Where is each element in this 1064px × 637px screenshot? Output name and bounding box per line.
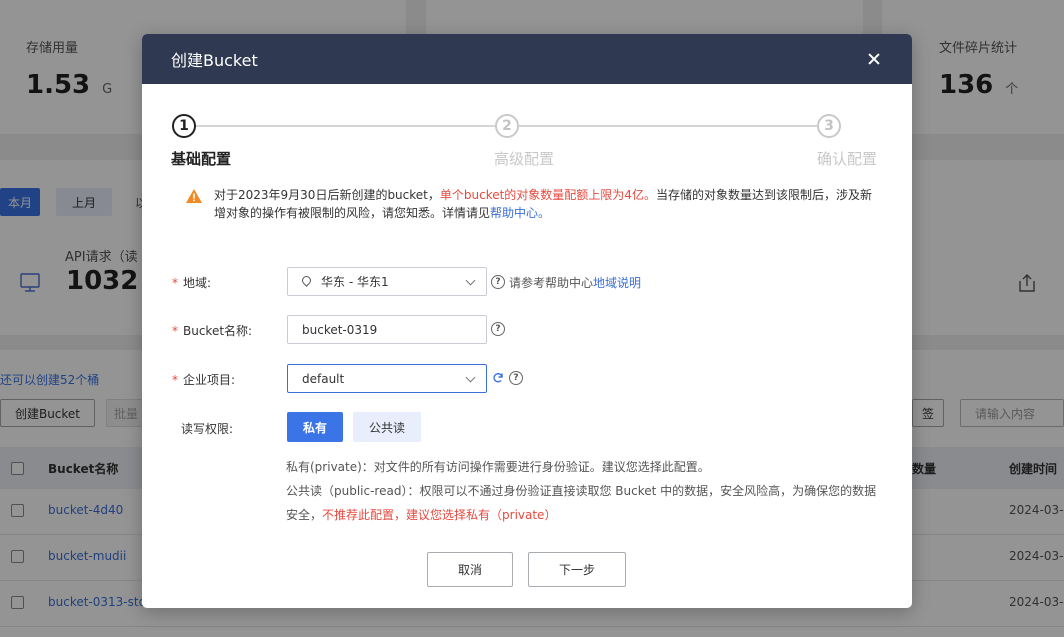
step-1-label: 基础配置: [171, 150, 232, 168]
next-step-button[interactable]: 下一步: [528, 552, 626, 587]
chevron-down-icon: [465, 372, 476, 383]
project-help-icon[interactable]: ?: [509, 371, 523, 385]
public-warning-text: 不推荐此配置，建议您选择私有（private）: [322, 508, 557, 522]
step-2-label: 高级配置: [494, 150, 555, 168]
region-info-link[interactable]: 地域说明: [593, 276, 641, 290]
step-3-label: 确认配置: [817, 150, 878, 168]
warning-icon: [186, 189, 202, 203]
region-select[interactable]: 华东 - 华东1: [287, 267, 487, 296]
step-1-indicator: 1: [172, 114, 196, 138]
permission-private-button[interactable]: 私有: [287, 412, 343, 442]
region-hint: 请参考帮助中心地域说明: [509, 276, 642, 290]
dialog-header: 创建Bucket: [142, 34, 912, 84]
permission-label: 读写权限:: [181, 422, 234, 436]
region-label: * 地域:: [172, 276, 212, 290]
step-connector: [196, 125, 496, 127]
permission-public-read-button[interactable]: 公共读: [353, 412, 421, 442]
private-description: 私有(private)：对文件的所有访问操作需要进行身份验证。建议您选择此配置。: [286, 460, 710, 474]
location-pin-icon: [300, 274, 313, 287]
cancel-button[interactable]: 取消: [427, 552, 513, 587]
bucket-name-label: * Bucket名称:: [172, 324, 253, 338]
region-value: 华东 - 华东1: [321, 275, 389, 289]
step-connector: [519, 125, 818, 127]
notice-text: 对于2023年9月30日后新创建的bucket，: [214, 188, 440, 202]
public-description-line2: 安全，不推荐此配置，建议您选择私有（private）: [286, 508, 557, 522]
region-help-icon[interactable]: ?: [491, 275, 505, 289]
bucket-name-input[interactable]: bucket-0319: [287, 315, 487, 344]
step-2-indicator: 2: [495, 114, 519, 138]
help-center-link[interactable]: 帮助中心。: [490, 206, 550, 220]
public-description: 公共读（public-read）：权限可以不通过身份验证直接读取您 Bucket…: [286, 484, 877, 498]
project-value: default: [302, 371, 345, 386]
project-label: * 企业项目:: [172, 373, 236, 387]
create-bucket-dialog: 创建Bucket 1 2 3 基础配置 高级配置 确认配置 对于2023年9月3…: [142, 34, 912, 608]
notice-highlight: 单个bucket的对象数量配额上限为4亿。: [439, 188, 656, 202]
dialog-title: 创建Bucket: [171, 51, 258, 70]
step-3-indicator: 3: [817, 114, 841, 138]
quota-notice: 对于2023年9月30日后新创建的bucket，单个bucket的对象数量配额上…: [185, 186, 875, 222]
project-select[interactable]: default: [287, 364, 487, 393]
close-icon[interactable]: [864, 49, 884, 69]
refresh-icon[interactable]: [492, 372, 504, 384]
bucket-name-help-icon[interactable]: ?: [491, 322, 505, 336]
chevron-down-icon: [465, 275, 476, 286]
